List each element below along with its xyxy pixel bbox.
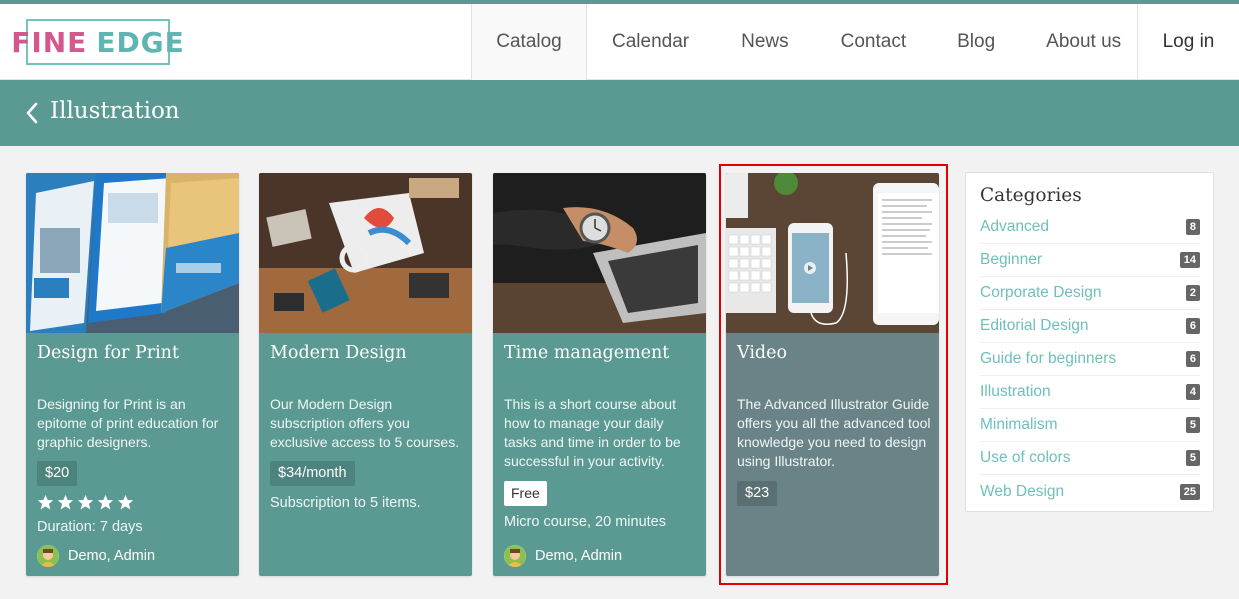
page-title: Illustration [50,98,180,124]
nav-calendar[interactable]: Calendar [612,4,689,80]
category-count: 14 [1179,252,1200,268]
category-name[interactable]: Guide for beginners [980,350,1116,368]
subscription-info: Subscription to 5 items. [270,495,421,511]
site-header: FINE EDGE Catalog Calendar News Contact … [0,4,1239,80]
star-icon [97,494,114,510]
course-format: Micro course, 20 minutes [504,514,666,530]
login-link[interactable]: Log in [1137,4,1239,80]
category-item-illustration[interactable]: Illustration 4 [980,376,1200,409]
nav-news[interactable]: News [741,4,789,80]
course-card-design-for-print[interactable]: Design for Print Designing for Print is … [26,173,239,576]
category-name[interactable]: Editorial Design [980,317,1089,335]
star-icon [77,494,94,510]
nav-blog[interactable]: Blog [957,4,995,80]
course-title[interactable]: Modern Design [270,343,407,363]
author-names[interactable]: Demo, Admin [535,548,622,564]
nav-contact[interactable]: Contact [841,4,906,80]
author-names[interactable]: Demo, Admin [68,548,155,564]
course-authors: Demo, Admin [504,545,622,567]
category-name[interactable]: Advanced [980,218,1049,236]
categories-panel: Categories Advanced 8 Beginner 14 Corporat… [965,172,1214,512]
price-tag: $20 [37,461,78,486]
nav-catalog[interactable]: Catalog [471,4,587,80]
course-card-time-management[interactable]: Time management This is a short course a… [493,173,706,576]
avatar-icon [504,545,526,567]
category-item-use-of-colors[interactable]: Use of colors 5 [980,442,1200,475]
category-name[interactable]: Web Design [980,483,1064,501]
course-duration: Duration: 7 days [37,519,143,535]
price-tag: $34/month [270,461,355,486]
category-count: 5 [1185,417,1200,433]
course-card-modern-design[interactable]: Modern Design Our Modern Design subscrip… [259,173,472,576]
course-image [493,173,706,333]
logo-word-2: EDGE [96,25,185,59]
star-icon [37,494,54,510]
course-title[interactable]: Time management [504,343,669,363]
site-logo[interactable]: FINE EDGE [11,19,184,65]
star-icon [57,494,74,510]
main-nav: Catalog Calendar News Contact Blog About… [471,4,1121,80]
category-count: 5 [1185,450,1200,466]
category-count: 2 [1185,285,1200,301]
category-item-editorial-design[interactable]: Editorial Design 6 [980,310,1200,343]
course-title[interactable]: Design for Print [37,343,179,363]
category-name[interactable]: Use of colors [980,449,1070,467]
category-item-minimalism[interactable]: Minimalism 5 [980,409,1200,442]
category-count: 25 [1179,483,1200,500]
category-name[interactable]: Minimalism [980,416,1058,434]
price-tag-free: Free [504,481,547,506]
categories-title: Categories [980,185,1082,206]
category-item-guide-for-beginners[interactable]: Guide for beginners 6 [980,343,1200,376]
category-item-beginner[interactable]: Beginner 14 [980,244,1200,277]
star-icon [117,494,134,510]
categories-list: Advanced 8 Beginner 14 Corporate Design 2 E… [980,211,1200,508]
back-arrow-icon[interactable] [24,101,40,125]
selection-highlight [719,164,948,585]
logo-word-1: FINE [11,25,88,59]
course-description: Our Modern Design subscription offers yo… [270,396,460,450]
course-description: Designing for Print is an epitome of pri… [37,396,219,450]
course-image [26,173,239,333]
category-count: 4 [1185,384,1200,400]
category-item-corporate-design[interactable]: Corporate Design 2 [980,277,1200,310]
category-name[interactable]: Corporate Design [980,284,1101,302]
course-description: This is a short course about how to mana… [504,396,681,469]
avatar-icon [37,545,59,567]
nav-about[interactable]: About us [1046,4,1121,80]
rating-stars [37,494,134,511]
course-authors: Demo, Admin [37,545,155,567]
page-title-bar: Illustration [0,80,1239,146]
category-count: 6 [1185,351,1200,367]
category-count: 8 [1185,219,1200,235]
category-count: 6 [1185,318,1200,334]
category-item-advanced[interactable]: Advanced 8 [980,211,1200,244]
category-item-web-design[interactable]: Web Design 25 [980,475,1200,508]
category-name[interactable]: Illustration [980,383,1051,401]
category-name[interactable]: Beginner [980,251,1042,269]
course-image [259,173,472,333]
